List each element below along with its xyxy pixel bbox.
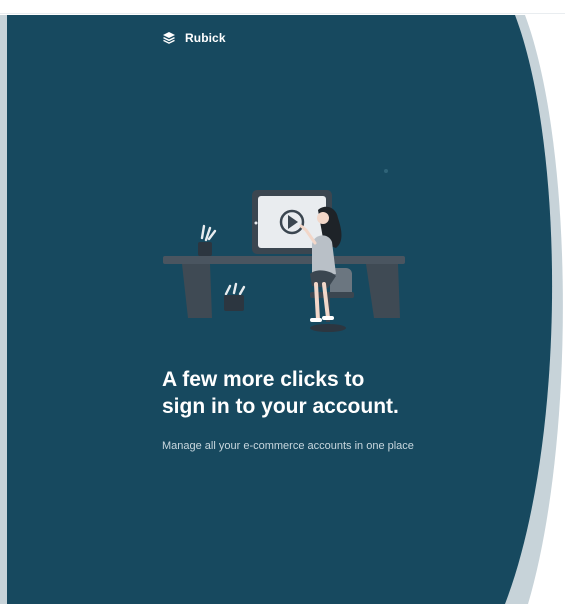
top-bar — [0, 0, 565, 14]
page-title: A few more clicks to sign in to your acc… — [162, 366, 492, 420]
layers-icon — [163, 32, 175, 44]
desk-plant — [198, 224, 217, 256]
desk-leg-left — [182, 264, 212, 318]
floor-plant — [224, 282, 246, 311]
desk-leg-right — [366, 264, 400, 318]
sign-in-hero-panel: Rubick A few more clicks to sign in to y… — [0, 0, 565, 604]
brand-name: Rubick — [185, 31, 226, 45]
person-at-desk-illustration — [163, 190, 405, 332]
headline-line-1: A few more clicks to — [162, 368, 365, 391]
desk-top — [163, 256, 405, 264]
headline-line-2: sign in to your account. — [162, 395, 399, 418]
brand[interactable]: Rubick — [162, 29, 226, 47]
page-subtitle: Manage all your e-commerce accounts in o… — [162, 440, 414, 452]
